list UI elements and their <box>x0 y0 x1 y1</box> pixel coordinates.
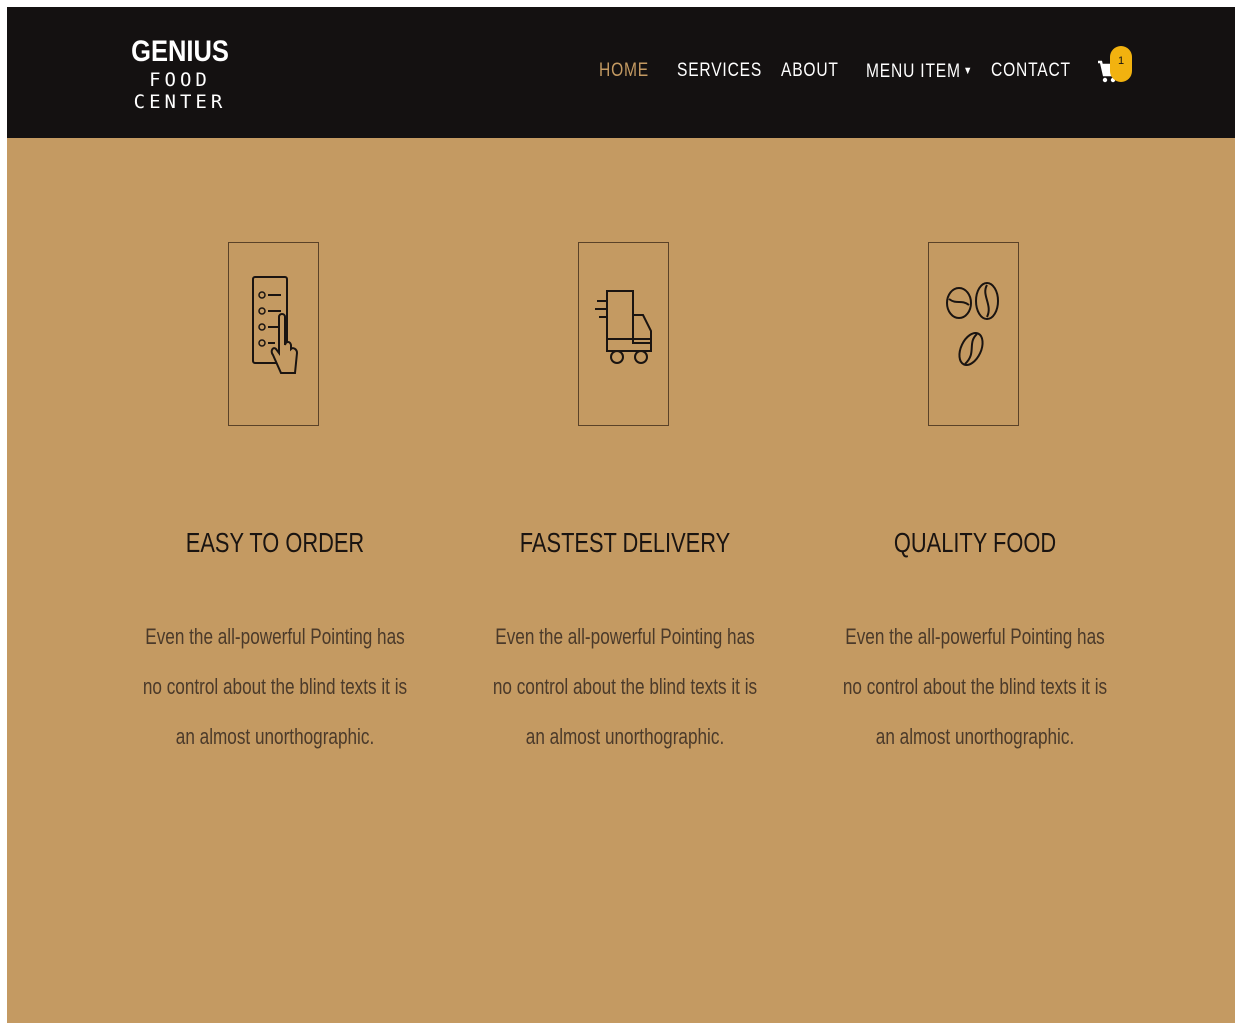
feature-icon-box <box>578 242 669 426</box>
brand-logo[interactable]: GENIUS FOOD CENTER <box>112 35 248 113</box>
feature-icon-box <box>928 242 1019 426</box>
brand-title: GENIUS <box>131 35 229 68</box>
brand-subtitle: FOOD CENTER <box>133 69 227 113</box>
checklist-tap-icon <box>252 276 299 374</box>
feature-description: Even the all-powerful Pointing has no co… <box>842 624 1108 749</box>
feature-icon-box <box>228 242 319 426</box>
nav-contact[interactable]: CONTACT <box>991 57 1071 85</box>
feature-title: QUALITY FOOD <box>893 527 1057 558</box>
nav-services[interactable]: SERVICES <box>677 57 762 85</box>
feature-title: EASY TO ORDER <box>185 527 365 558</box>
page-frame: GENIUS FOOD CENTER HOME SERVICES ABOUT M… <box>7 7 1235 1023</box>
nav-menu-item[interactable]: MENU ITEM ▼ <box>866 57 973 86</box>
navbar: GENIUS FOOD CENTER HOME SERVICES ABOUT M… <box>7 7 1235 138</box>
caret-down-icon: ▼ <box>963 65 974 77</box>
nav-menu-item-label: MENU ITEM <box>866 61 961 82</box>
feature-title: FASTEST DELIVERY <box>519 527 731 558</box>
nav-about-label: ABOUT <box>781 60 839 81</box>
feature-description: Even the all-powerful Pointing has no co… <box>492 624 758 749</box>
nav-about[interactable]: ABOUT <box>781 57 839 85</box>
cart-count-badge: 1 <box>1110 46 1132 82</box>
delivery-truck-icon <box>595 290 652 364</box>
nav-home[interactable]: HOME <box>599 57 649 85</box>
cart-button[interactable]: 1 <box>1097 46 1135 91</box>
coffee-beans-icon <box>946 282 999 366</box>
feature-description: Even the all-powerful Pointing has no co… <box>142 624 408 749</box>
